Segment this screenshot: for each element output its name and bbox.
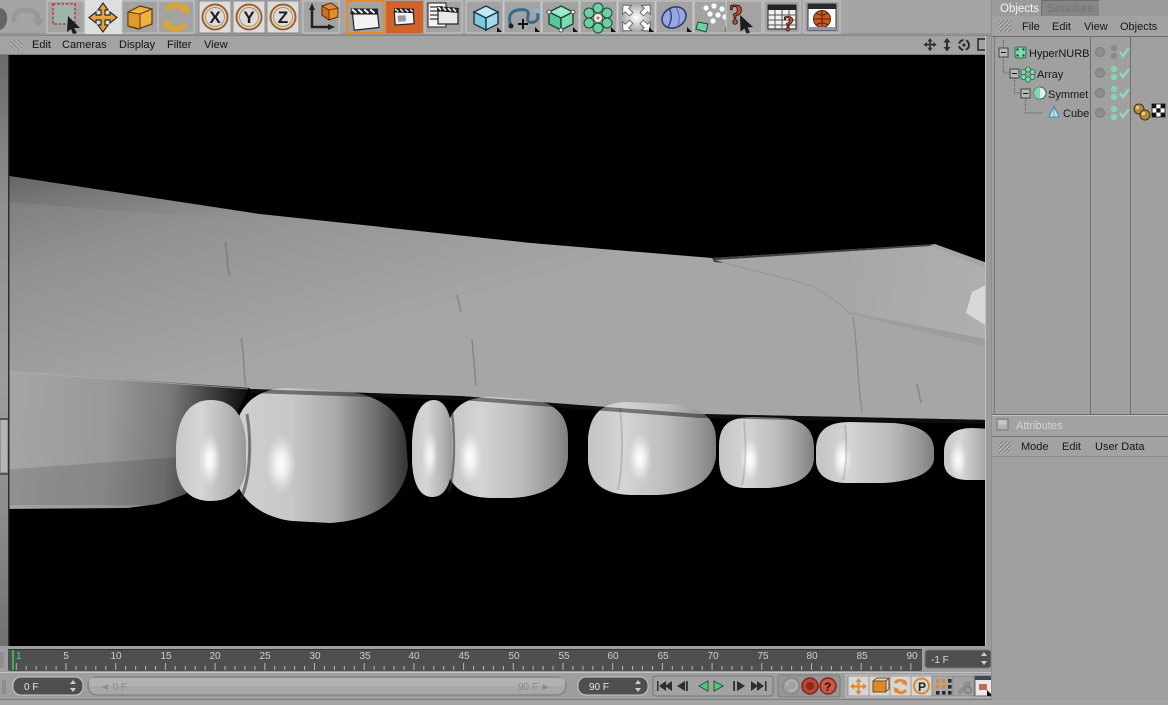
svg-text:Cube: Cube: [1063, 108, 1089, 120]
svg-text:85: 85: [856, 651, 868, 662]
svg-text:-1 F: -1 F: [931, 655, 949, 666]
svg-text:90 F: 90 F: [589, 682, 609, 693]
svg-text:X: X: [209, 8, 221, 27]
svg-text:P: P: [918, 680, 926, 694]
svg-text:User Data: User Data: [1095, 441, 1145, 453]
svg-text:45: 45: [458, 651, 470, 662]
svg-text:Structure: Structure: [1047, 3, 1094, 15]
svg-text:Attributes: Attributes: [1016, 420, 1063, 432]
svg-text:HyperNURB: HyperNURB: [1029, 48, 1090, 60]
svg-text:90: 90: [906, 651, 918, 662]
svg-text:25: 25: [259, 651, 271, 662]
svg-text:40: 40: [408, 651, 420, 662]
svg-text:◄ 0 F: ◄ 0 F: [100, 682, 127, 693]
svg-text:Mode: Mode: [1021, 441, 1049, 453]
svg-text:Y: Y: [243, 8, 255, 27]
svg-text:Objects: Objects: [1000, 3, 1039, 15]
svg-text:30: 30: [309, 651, 321, 662]
svg-text:Objects: Objects: [1120, 21, 1158, 33]
svg-text:?: ?: [824, 680, 831, 694]
svg-text:0 F: 0 F: [24, 682, 38, 693]
svg-text:Z: Z: [278, 8, 288, 27]
svg-text:View: View: [1084, 21, 1108, 33]
svg-text:File: File: [1022, 21, 1040, 33]
svg-text:Edit: Edit: [1052, 21, 1071, 33]
svg-text:55: 55: [558, 651, 570, 662]
svg-text:10: 10: [110, 651, 122, 662]
svg-text:1: 1: [16, 651, 22, 662]
svg-text:?: ?: [783, 11, 794, 36]
svg-text:Edit: Edit: [1062, 441, 1081, 453]
svg-text:35: 35: [359, 651, 371, 662]
svg-text:20: 20: [209, 651, 221, 662]
svg-text:70: 70: [707, 651, 719, 662]
svg-text:90 F ►: 90 F ►: [518, 682, 551, 693]
svg-text:15: 15: [160, 651, 172, 662]
svg-text:Symmet: Symmet: [1048, 89, 1088, 101]
svg-text:60: 60: [607, 651, 619, 662]
svg-text:Array: Array: [1037, 69, 1064, 81]
svg-text:5: 5: [63, 651, 69, 662]
svg-text:65: 65: [657, 651, 669, 662]
svg-text:75: 75: [757, 651, 769, 662]
svg-text:80: 80: [806, 651, 818, 662]
svg-text:50: 50: [508, 651, 520, 662]
